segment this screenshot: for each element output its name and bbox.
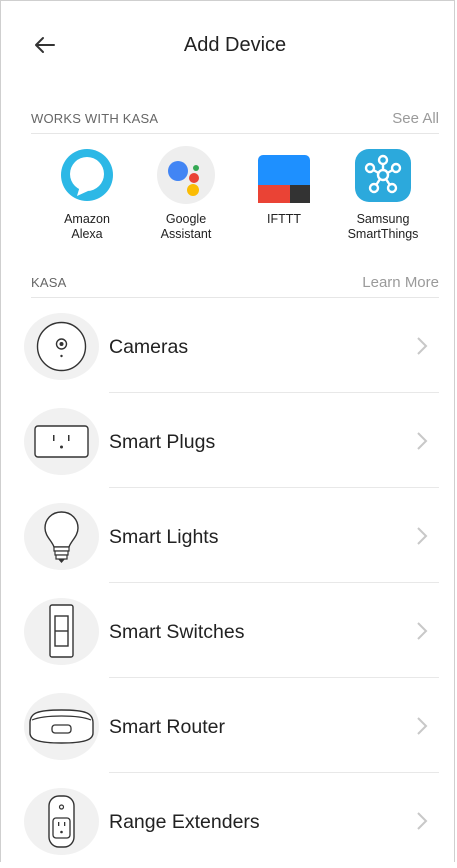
partner-amazon-alexa[interactable]: Amazon Alexa bbox=[32, 146, 142, 242]
smart-plug-icon bbox=[34, 425, 89, 458]
partner-name-line1: IFTTT bbox=[266, 212, 301, 226]
partner-ifttt[interactable]: IFTTT bbox=[229, 146, 339, 227]
partner-google-assistant[interactable]: Google Assistant bbox=[131, 146, 241, 242]
category-icon-container bbox=[24, 408, 99, 475]
chevron-right-icon bbox=[417, 622, 428, 640]
header: Add Device bbox=[0, 0, 457, 90]
category-label: Smart Switches bbox=[109, 621, 245, 643]
router-icon bbox=[29, 709, 94, 744]
category-icon-container bbox=[24, 503, 99, 570]
chevron-right-icon bbox=[417, 527, 428, 545]
category-icon-container bbox=[24, 693, 99, 760]
partner-samsung-smartthings[interactable]: Samsung SmartThings bbox=[328, 146, 438, 242]
category-label: Smart Router bbox=[109, 716, 225, 738]
chevron-right-icon bbox=[417, 432, 428, 450]
category-row-smart-plugs[interactable]: Smart Plugs bbox=[0, 393, 457, 488]
category-row-cameras[interactable]: Cameras bbox=[0, 298, 457, 393]
chevron-right-icon bbox=[417, 717, 428, 735]
category-label: Range Extenders bbox=[109, 811, 260, 833]
see-all-link[interactable]: See All bbox=[392, 110, 439, 127]
category-label: Smart Lights bbox=[109, 526, 219, 548]
kasa-section-header: KASA Learn More bbox=[31, 267, 439, 298]
category-icon-container bbox=[24, 313, 99, 380]
partner-name-line1: Amazon bbox=[64, 212, 110, 226]
light-bulb-icon bbox=[44, 511, 79, 563]
category-label: Cameras bbox=[109, 336, 189, 358]
works-with-section-header: WORKS WITH KASA See All bbox=[31, 103, 439, 134]
google-assistant-icon bbox=[157, 146, 215, 204]
works-with-label: WORKS WITH KASA bbox=[31, 111, 159, 126]
partner-name-line2: Alexa bbox=[71, 227, 103, 241]
page-title: Add Device bbox=[183, 34, 287, 56]
partner-name-line2: SmartThings bbox=[347, 227, 419, 241]
ifttt-icon bbox=[258, 155, 310, 203]
category-row-smart-lights[interactable]: Smart Lights bbox=[0, 488, 457, 583]
partner-name-line1: Samsung bbox=[356, 212, 410, 226]
category-row-range-extenders[interactable]: Range Extenders bbox=[0, 773, 457, 868]
camera-icon bbox=[36, 321, 87, 372]
partner-list: Amazon Alexa Google Assistant IFTTT Sams… bbox=[0, 138, 457, 248]
category-icon-container bbox=[24, 788, 99, 855]
kasa-label: KASA bbox=[31, 275, 67, 290]
chevron-right-icon bbox=[417, 337, 428, 355]
category-row-smart-router[interactable]: Smart Router bbox=[0, 678, 457, 773]
learn-more-link[interactable]: Learn More bbox=[362, 274, 439, 291]
partner-name-line1: Google bbox=[165, 212, 207, 226]
light-switch-icon bbox=[49, 604, 74, 658]
range-extender-icon bbox=[48, 795, 75, 848]
category-label: Smart Plugs bbox=[109, 431, 216, 453]
alexa-icon bbox=[61, 149, 113, 201]
smartthings-icon bbox=[355, 149, 411, 202]
partner-name-line2: Assistant bbox=[160, 227, 212, 241]
category-row-smart-switches[interactable]: Smart Switches bbox=[0, 583, 457, 678]
category-icon-container bbox=[24, 598, 99, 665]
chevron-right-icon bbox=[417, 812, 428, 830]
